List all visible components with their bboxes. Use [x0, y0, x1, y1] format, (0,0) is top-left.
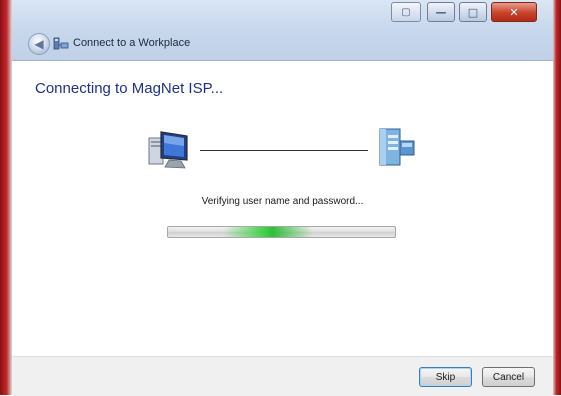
- cancel-button[interactable]: Cancel: [482, 367, 535, 387]
- window-border-right: [553, 0, 561, 395]
- progress-bar: [167, 226, 396, 238]
- connect-window: ▢ — □ ✕ ◀ Connect to a Workplace Connect…: [0, 0, 561, 396]
- connection-line: [200, 150, 368, 151]
- minimize-icon: —: [435, 5, 447, 19]
- maximize-icon: □: [467, 5, 479, 19]
- status-message: Verifying user name and password...: [201, 196, 364, 207]
- skip-button[interactable]: Skip: [419, 367, 472, 387]
- network-connection-icon: [53, 37, 69, 50]
- window-controls: — □ ✕: [427, 2, 537, 22]
- computer-icon: [148, 131, 188, 169]
- close-button[interactable]: ✕: [491, 2, 537, 22]
- back-arrow-icon: ◀: [34, 37, 44, 51]
- window-extra-button[interactable]: ▢: [391, 2, 421, 22]
- window-title: Connect to a Workplace: [73, 37, 191, 49]
- wizard-content: Connecting to MagNet ISP... Verifying us…: [12, 61, 553, 356]
- close-icon: ✕: [509, 5, 519, 19]
- minimize-button[interactable]: —: [427, 2, 455, 22]
- restore-window-icon: ▢: [401, 6, 411, 18]
- window-border-left: [0, 0, 12, 395]
- maximize-button[interactable]: □: [459, 2, 487, 22]
- wizard-footer: Skip Cancel: [12, 356, 553, 396]
- title-bar: ▢ — □ ✕ ◀ Connect to a Workplace: [12, 0, 553, 61]
- server-icon: [379, 128, 415, 166]
- progress-marquee: [223, 227, 313, 237]
- page-title: Connecting to MagNet ISP...: [35, 80, 224, 97]
- back-button[interactable]: ◀: [28, 33, 50, 55]
